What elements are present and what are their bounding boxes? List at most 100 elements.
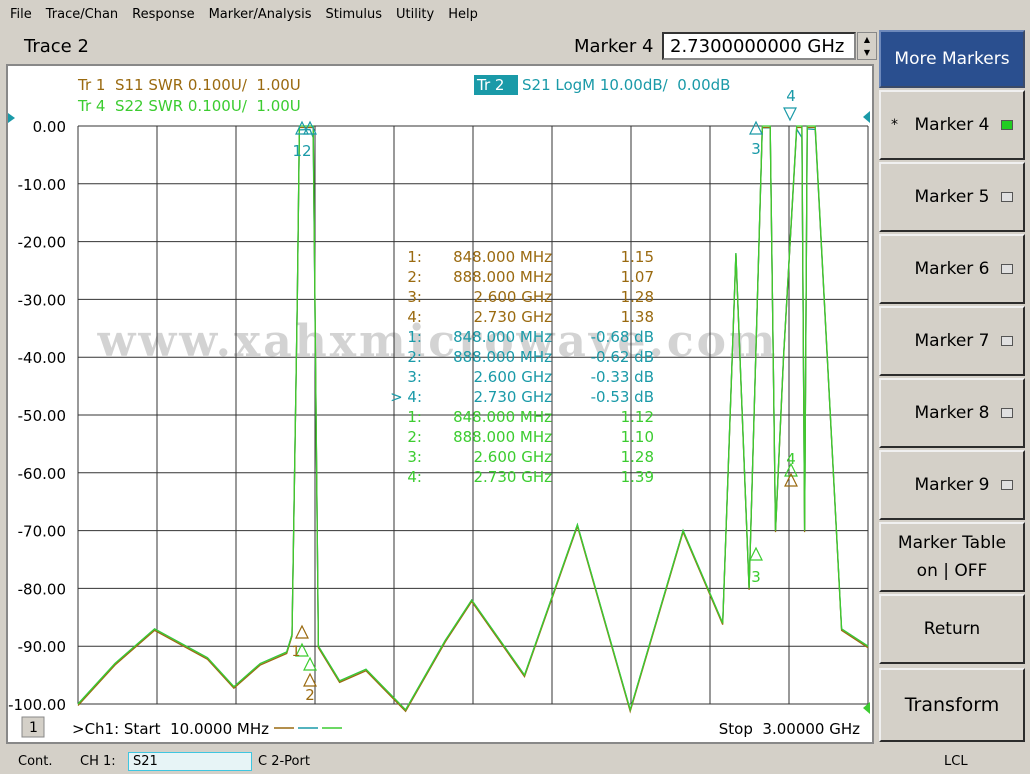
marker-row-id: 1: — [407, 328, 422, 346]
marker-triangle-icon[interactable] — [303, 672, 317, 687]
menu-bar: File Trace/Chan Response Marker/Analysis… — [0, 0, 1030, 28]
indicator-on-icon — [1001, 120, 1013, 130]
marker9-label: Marker 9 — [914, 475, 990, 495]
marker6-label: Marker 6 — [914, 259, 990, 279]
marker-row-freq: 2.730 GHz — [474, 468, 553, 486]
marker-label-4-green: 4 — [786, 450, 796, 468]
legend-tr2[interactable]: S21 LogM 10.00dB/ 0.00dB — [522, 76, 730, 94]
marker-row-freq: 2.600 GHz — [474, 448, 553, 466]
marker-row-value: 1.28 — [621, 448, 654, 466]
marker-table-label: Marker Table — [897, 533, 1007, 553]
marker-readout-table: 1: 848.000 MHz 1.15 2: 888.000 MHz 1.07 3: 2.60… — [390, 248, 654, 486]
vna-app: File Trace/Chan Response Marker/Analysis… — [0, 0, 1030, 774]
status-sparam[interactable]: S21 — [128, 752, 252, 771]
marker-row-freq: 848.000 MHz — [453, 248, 552, 266]
marker-row-freq: 888.000 MHz — [453, 268, 552, 286]
spin-up-icon[interactable]: ▲ — [858, 33, 876, 46]
marker-row-value: 1.28 — [621, 288, 654, 306]
marker-row-id: > 4: — [390, 388, 422, 406]
marker-row-freq: 2.600 GHz — [474, 368, 553, 386]
marker8-label: Marker 8 — [914, 403, 990, 423]
marker-row-value: -0.33 dB — [591, 368, 654, 386]
marker-row-freq: 848.000 MHz — [453, 408, 552, 426]
legend-tr4[interactable]: Tr 4 S22 SWR 0.100U/ 1.00U — [77, 97, 301, 115]
more-markers-button[interactable]: More Markers — [879, 30, 1025, 88]
y-tick-label: -60.00 — [18, 465, 66, 483]
marker6-button[interactable]: Marker 6 — [879, 234, 1025, 304]
marker-row-value: 1.15 — [621, 248, 654, 266]
markers-s11: 1 2 — [292, 472, 798, 704]
y-tick-label: -10.00 — [18, 176, 66, 194]
more-markers-label: More Markers — [894, 49, 1010, 69]
marker-spinner[interactable]: ▲ ▼ — [857, 32, 877, 60]
indicator-off-icon — [1001, 264, 1013, 274]
marker-active-triangle-icon[interactable] — [783, 107, 797, 122]
legend-tr2-tag[interactable]: Tr 2 — [476, 76, 504, 94]
marker-row-freq: 2.600 GHz — [474, 288, 553, 306]
marker-label-3-green: 3 — [751, 568, 761, 586]
marker-row-id: 4: — [407, 308, 422, 326]
stop-freq[interactable]: Stop 3.00000 GHz — [719, 720, 860, 738]
menu-utility[interactable]: Utility — [396, 7, 434, 22]
marker5-button[interactable]: Marker 5 — [879, 162, 1025, 232]
marker-row-id: 1: — [407, 408, 422, 426]
menu-trace-chan[interactable]: Trace/Chan — [46, 7, 118, 22]
marker7-button[interactable]: Marker 7 — [879, 306, 1025, 376]
marker-row-value: 1.39 — [621, 468, 654, 486]
marker8-button[interactable]: Marker 8 — [879, 378, 1025, 448]
spin-down-icon[interactable]: ▼ — [858, 46, 876, 59]
marker-row-id: 4: — [407, 468, 422, 486]
marker-label-2-brown: 2 — [305, 686, 315, 704]
marker-triangle-icon[interactable] — [749, 546, 763, 561]
marker-row-value: -0.53 dB — [591, 388, 654, 406]
marker-table-state: on | OFF — [916, 561, 988, 581]
y-tick-label: -30.00 — [18, 291, 66, 309]
marker4-button[interactable]: * Marker 4 — [879, 90, 1025, 160]
menu-marker-analysis[interactable]: Marker/Analysis — [209, 7, 312, 22]
transform-button[interactable]: Transform — [879, 668, 1025, 742]
marker-row-value: 1.07 — [621, 268, 654, 286]
marker7-label: Marker 7 — [914, 331, 990, 351]
indicator-off-icon — [1001, 192, 1013, 202]
marker-label-4: 4 — [786, 87, 796, 105]
marker-row-value: 1.12 — [621, 408, 654, 426]
marker-row-value: 1.38 — [621, 308, 654, 326]
y-tick-label: -90.00 — [18, 638, 66, 656]
menu-help[interactable]: Help — [448, 7, 478, 22]
marker-row-id: 3: — [407, 448, 422, 466]
marker-frequency-input[interactable]: 2.7300000000 GHz — [662, 32, 856, 60]
status-channel: CH 1: — [80, 754, 116, 769]
indicator-off-icon — [1001, 480, 1013, 490]
marker-label-12: 12 — [292, 142, 311, 160]
marker-triangle-icon[interactable] — [749, 120, 763, 135]
y-tick-label: -100.00 — [8, 696, 66, 714]
marker-row-freq: 848.000 MHz — [453, 328, 552, 346]
channel-badge[interactable]: 1 — [29, 720, 38, 736]
marker5-label: Marker 5 — [914, 187, 990, 207]
plot-area[interactable]: www.xahxmicrowave.com 0.00 -10.00 -20.00 -3… — [6, 64, 874, 744]
marker-row-value: -0.68 dB — [591, 328, 654, 346]
start-freq[interactable]: >Ch1: Start 10.0000 MHz — [72, 720, 269, 738]
menu-file[interactable]: File — [10, 7, 32, 22]
return-button[interactable]: Return — [879, 594, 1025, 664]
marker-label-1-brown: 1 — [292, 644, 301, 660]
markers-s21: 12 3 4 — [292, 87, 797, 160]
marker-row-freq: 888.000 MHz — [453, 428, 552, 446]
status-cont[interactable]: Cont. — [18, 754, 53, 769]
menu-stimulus[interactable]: Stimulus — [325, 7, 382, 22]
status-port: C 2-Port — [258, 754, 310, 769]
y-tick-label: -70.00 — [18, 523, 66, 541]
legend-tr1[interactable]: Tr 1 S11 SWR 0.100U/ 1.00U — [77, 76, 301, 94]
trace-title: Trace 2 — [24, 36, 89, 57]
plot-svg: www.xahxmicrowave.com 0.00 -10.00 -20.00 -3… — [8, 75, 870, 738]
menu-response[interactable]: Response — [132, 7, 194, 22]
marker-triangle-icon[interactable] — [295, 624, 309, 639]
marker-triangle-icon[interactable] — [303, 656, 317, 671]
trace-header: Trace 2 Marker 4 2.7300000000 GHz ▲ ▼ — [6, 30, 877, 64]
marker-row-freq: 888.000 MHz — [453, 348, 552, 366]
marker-row-id: 3: — [407, 368, 422, 386]
marker-row-id: 2: — [407, 348, 422, 366]
marker-table-toggle[interactable]: Marker Table on | OFF — [879, 522, 1025, 592]
marker9-button[interactable]: Marker 9 — [879, 450, 1025, 520]
marker-label: Marker 4 — [574, 36, 654, 57]
